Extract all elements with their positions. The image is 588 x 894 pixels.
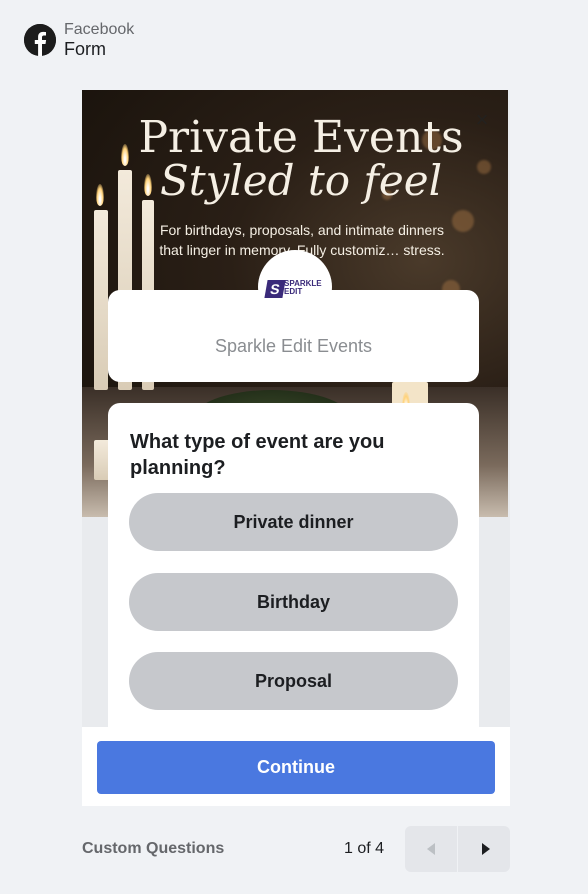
close-icon[interactable]: ×	[472, 109, 492, 131]
option-proposal[interactable]: Proposal	[129, 652, 458, 710]
chevron-left-icon	[427, 843, 435, 855]
brand-logo-text: SPARKLE EDIT	[284, 279, 322, 296]
footer-bar: Continue	[82, 727, 510, 806]
option-private-dinner[interactable]: Private dinner	[129, 493, 458, 551]
form-preview: Private Events Styled to feel For birthd…	[82, 90, 510, 806]
pagination-row: Custom Questions 1 of 4	[82, 826, 510, 872]
option-birthday[interactable]: Birthday	[129, 573, 458, 631]
header: Facebook Form	[24, 20, 134, 61]
next-page-button[interactable]	[458, 826, 510, 872]
header-app-name: Facebook	[64, 21, 135, 38]
brand-logo-mark: S	[264, 280, 286, 298]
chevron-right-icon	[482, 843, 490, 855]
continue-button[interactable]: Continue	[97, 741, 495, 794]
brand-name: Sparkle Edit Events	[214, 336, 373, 356]
hero-title-line2: Styled to feel	[159, 156, 443, 205]
question-text: What type of event are you planning?	[130, 431, 385, 479]
page-indicator: 1 of 4	[344, 840, 385, 857]
brand-logo: S SPARKLE EDIT	[258, 250, 332, 324]
facebook-logo-icon	[24, 24, 56, 57]
previous-page-button[interactable]	[405, 826, 457, 872]
section-label: Custom Questions	[82, 840, 225, 857]
header-title: Form	[64, 39, 106, 60]
